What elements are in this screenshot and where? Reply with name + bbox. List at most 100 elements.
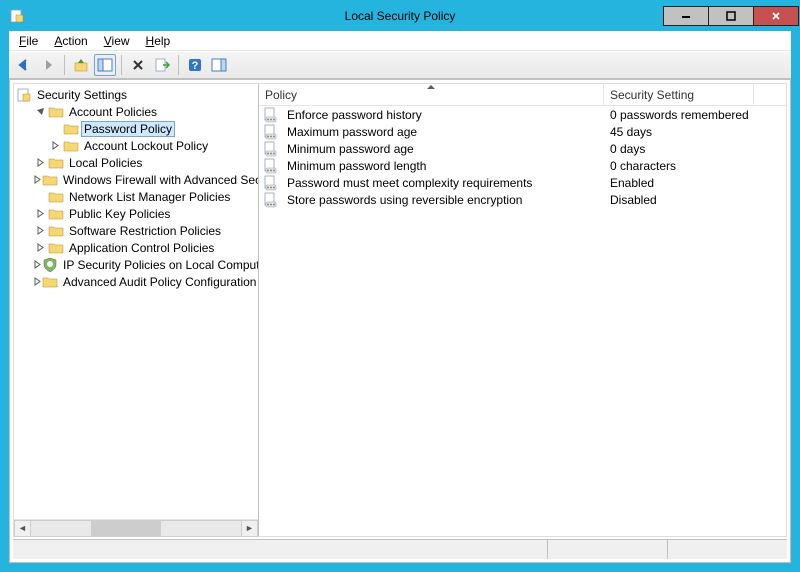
cell-policy: Minimum password age <box>281 142 604 156</box>
cell-setting: 0 passwords remembered <box>604 108 764 122</box>
toolbar-separator <box>121 55 122 75</box>
tree-item[interactable]: Account Policies <box>14 103 258 120</box>
tree-item-label: Account Lockout Policy <box>82 139 210 153</box>
scroll-left-button[interactable]: ◄ <box>14 520 31 537</box>
tree-item[interactable]: Application Control Policies <box>14 239 258 256</box>
list-row[interactable]: Minimum password length0 characters <box>259 157 786 174</box>
window-border-bottom <box>1 563 799 571</box>
statusbar <box>13 539 787 559</box>
policy-icon <box>263 158 279 174</box>
minimize-button[interactable] <box>663 6 709 26</box>
tree-item-label: Windows Firewall with Advanced Security <box>61 173 258 187</box>
tree-item[interactable]: Advanced Audit Policy Configuration <box>14 273 258 290</box>
split-view: Security Settings Account Policies Passwo… <box>13 83 787 537</box>
collapse-icon[interactable] <box>33 107 48 116</box>
titlebar: Local Security Policy <box>1 1 799 31</box>
tree-item[interactable]: Network List Manager Policies <box>14 188 258 205</box>
column-header-setting[interactable]: Security Setting <box>604 84 754 105</box>
policy-icon <box>263 141 279 157</box>
app-icon <box>9 8 25 24</box>
forward-button[interactable] <box>37 54 59 76</box>
column-header-policy[interactable]: Policy <box>259 84 604 105</box>
show-hide-action-pane-button[interactable] <box>208 54 230 76</box>
cell-setting: Enabled <box>604 176 764 190</box>
svg-text:?: ? <box>192 60 199 72</box>
folder-icon <box>48 155 64 171</box>
menubar: File Action View Help <box>9 31 791 51</box>
tree-item-label: Local Policies <box>67 156 144 170</box>
list-row[interactable]: Maximum password age45 days <box>259 123 786 140</box>
tree-item[interactable]: Account Lockout Policy <box>14 137 258 154</box>
shield-icon <box>42 257 58 273</box>
export-list-button[interactable] <box>151 54 173 76</box>
tree-item-label: IP Security Policies on Local Computer <box>61 258 258 272</box>
tree-root[interactable]: Security Settings <box>14 86 258 103</box>
expand-icon[interactable] <box>33 209 48 218</box>
folder-icon <box>48 240 64 256</box>
maximize-button[interactable] <box>708 6 754 26</box>
tree-item-label: Public Key Policies <box>67 207 172 221</box>
folder-icon <box>42 172 58 188</box>
cell-setting: 0 days <box>604 142 764 156</box>
security-settings-icon <box>16 87 32 103</box>
menu-help[interactable]: Help <box>140 33 177 49</box>
scroll-thumb[interactable] <box>91 521 161 536</box>
expand-icon[interactable] <box>33 175 42 184</box>
list-header: Policy Security Setting <box>259 84 786 106</box>
expand-icon[interactable] <box>33 226 48 235</box>
policy-icon <box>263 107 279 123</box>
cell-policy: Minimum password length <box>281 159 604 173</box>
toolbar-separator <box>64 55 65 75</box>
tree-item-label: Advanced Audit Policy Configuration <box>61 275 258 289</box>
list-row[interactable]: Minimum password age0 days <box>259 140 786 157</box>
expand-icon[interactable] <box>33 243 48 252</box>
close-button[interactable] <box>753 6 799 26</box>
back-button[interactable] <box>13 54 35 76</box>
tree-item[interactable]: IP Security Policies on Local Computer <box>14 256 258 273</box>
tree-item[interactable]: Windows Firewall with Advanced Security <box>14 171 258 188</box>
folder-icon <box>48 189 64 205</box>
tree-item[interactable]: Local Policies <box>14 154 258 171</box>
tree-item-label: Account Policies <box>67 105 159 119</box>
window: Local Security Policy File Action View H… <box>0 0 800 572</box>
delete-button[interactable] <box>127 54 149 76</box>
tree-item-label: Password Policy <box>82 122 174 136</box>
list-pane: Policy Security Setting Enforce password… <box>259 84 786 536</box>
policy-icon <box>263 175 279 191</box>
list-row[interactable]: Store passwords using reversible encrypt… <box>259 191 786 208</box>
cell-setting: 0 characters <box>604 159 764 173</box>
expand-icon[interactable] <box>33 158 48 167</box>
list-body[interactable]: Enforce password history0 passwords reme… <box>259 106 786 536</box>
help-button[interactable]: ? <box>184 54 206 76</box>
tree-pane: Security Settings Account Policies Passwo… <box>14 84 259 536</box>
list-row[interactable]: Password must meet complexity requiremen… <box>259 174 786 191</box>
cell-policy: Enforce password history <box>281 108 604 122</box>
expand-icon[interactable] <box>33 277 42 286</box>
tree-item[interactable]: Software Restriction Policies <box>14 222 258 239</box>
tree-view[interactable]: Security Settings Account Policies Passwo… <box>14 84 258 519</box>
cell-setting: Disabled <box>604 193 764 207</box>
window-controls <box>663 6 799 26</box>
policy-icon <box>263 124 279 140</box>
folder-icon <box>48 206 64 222</box>
tree-horizontal-scrollbar[interactable]: ◄ ► <box>14 519 258 536</box>
list-row[interactable]: Enforce password history0 passwords reme… <box>259 106 786 123</box>
tree-item[interactable]: Password Policy <box>14 120 258 137</box>
client-area: Security Settings Account Policies Passwo… <box>9 79 791 563</box>
up-button[interactable] <box>70 54 92 76</box>
show-hide-console-tree-button[interactable] <box>94 54 116 76</box>
menu-action[interactable]: Action <box>48 33 93 49</box>
cell-setting: 45 days <box>604 125 764 139</box>
folder-icon <box>48 104 64 120</box>
expand-icon[interactable] <box>48 141 63 150</box>
cell-policy: Store passwords using reversible encrypt… <box>281 193 604 207</box>
cell-policy: Password must meet complexity requiremen… <box>281 176 604 190</box>
expand-icon[interactable] <box>33 260 42 269</box>
tree-item[interactable]: Public Key Policies <box>14 205 258 222</box>
folder-icon <box>48 223 64 239</box>
scroll-right-button[interactable]: ► <box>241 520 258 537</box>
scroll-track[interactable] <box>31 520 241 537</box>
tree-root-label: Security Settings <box>35 88 129 102</box>
menu-file[interactable]: File <box>13 33 44 49</box>
menu-view[interactable]: View <box>98 33 136 49</box>
